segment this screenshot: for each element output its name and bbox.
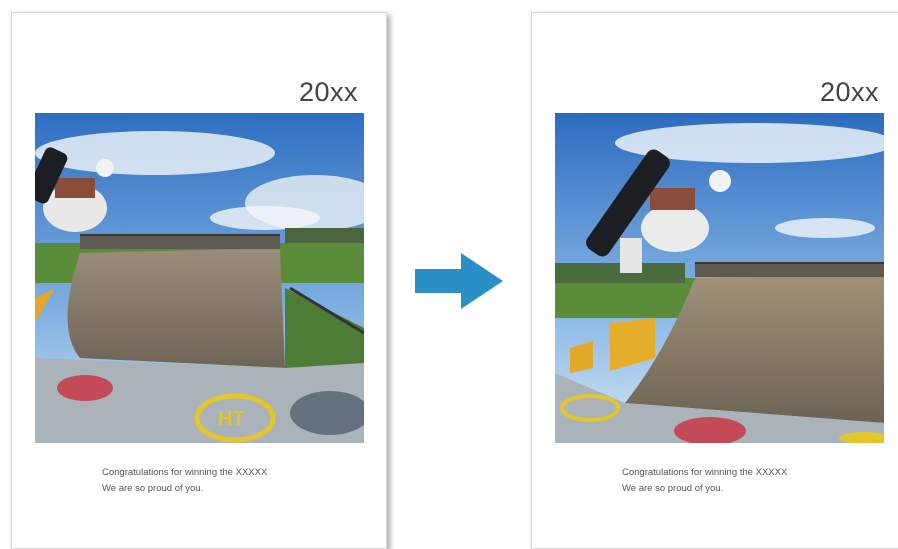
message-line-1: Congratulations for winning the XXXXX bbox=[102, 467, 268, 478]
skateboard-photo bbox=[555, 113, 884, 443]
message-line-2: We are so proud of you. bbox=[102, 483, 204, 494]
arrow-right-icon bbox=[415, 253, 503, 309]
card-original: 20xx HT Congratulations for winning the … bbox=[11, 12, 387, 549]
congratulations-message: Congratulations for winning the XXXXX We… bbox=[102, 465, 267, 497]
year-text: 20xx bbox=[298, 77, 358, 107]
card-corrected: 20xx Congratulations for winning the XXX… bbox=[531, 12, 898, 549]
skateboard-photo: HT bbox=[35, 113, 364, 443]
message-line-1: Congratulations for winning the XXXXX bbox=[622, 467, 788, 478]
congratulations-message: Congratulations for winning the XXXXX We… bbox=[622, 465, 787, 497]
year-text: 20xx bbox=[819, 77, 879, 107]
svg-text:HT: HT bbox=[218, 408, 245, 430]
message-line-2: We are so proud of you. bbox=[622, 483, 724, 494]
